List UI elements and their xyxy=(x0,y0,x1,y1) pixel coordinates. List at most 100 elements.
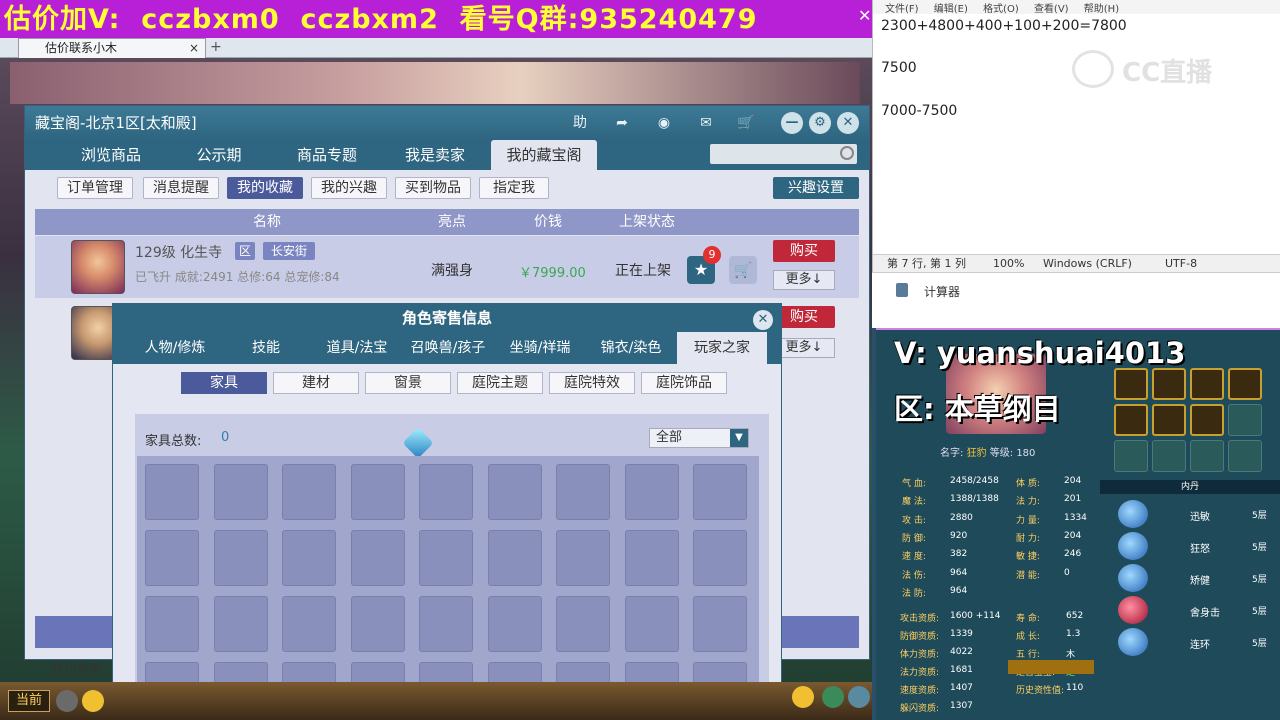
subtab-materials[interactable]: 建材 xyxy=(273,372,359,394)
tab-clothes[interactable]: 锦衣/染色 xyxy=(587,332,675,364)
search-icon[interactable] xyxy=(840,146,854,160)
tab-pets[interactable]: 召唤兽/孩子 xyxy=(403,332,493,364)
furniture-slot[interactable] xyxy=(487,596,542,652)
sub-orders[interactable]: 订单管理 xyxy=(57,177,133,199)
furniture-slot[interactable] xyxy=(282,530,336,586)
interest-settings-button[interactable]: 兴趣设置 xyxy=(773,177,859,199)
furniture-slot[interactable] xyxy=(487,464,542,520)
neidan-icon[interactable] xyxy=(1118,532,1148,560)
menu-icon[interactable] xyxy=(822,686,844,708)
sub-favorites[interactable]: 我的收藏 xyxy=(227,177,303,199)
skill-icon[interactable] xyxy=(1114,368,1148,400)
emoji-icon[interactable] xyxy=(82,690,104,712)
neidan-icon[interactable] xyxy=(1118,628,1148,656)
skill-icon[interactable] xyxy=(1228,368,1262,400)
skill-icon[interactable] xyxy=(1152,368,1186,400)
mic-icon[interactable] xyxy=(56,690,78,712)
record-icon[interactable]: ◉ xyxy=(653,114,675,132)
furniture-slot[interactable] xyxy=(145,530,199,586)
neidan-icon[interactable] xyxy=(1118,500,1148,528)
furniture-slot[interactable] xyxy=(624,464,679,520)
nav-topics[interactable]: 商品专题 xyxy=(277,140,377,170)
furniture-slot[interactable] xyxy=(282,596,336,652)
skill-icon[interactable] xyxy=(1190,404,1224,436)
help-button[interactable]: 助 xyxy=(569,114,591,132)
close-icon[interactable]: ✕ xyxy=(837,112,859,134)
filter-select[interactable]: 全部 ▼ xyxy=(649,428,749,448)
smile-icon[interactable] xyxy=(792,686,814,708)
furniture-slot[interactable] xyxy=(350,530,405,586)
nav-my-cbg[interactable]: 我的藏宝阁 xyxy=(491,140,597,170)
menu-view[interactable]: 查看(V) xyxy=(1034,4,1069,14)
subtab-yard-decor[interactable]: 庭院饰品 xyxy=(641,372,727,394)
new-tab-button[interactable]: + xyxy=(210,38,222,56)
nav-seller[interactable]: 我是卖家 xyxy=(387,140,483,170)
sub-assigned[interactable]: 指定我 xyxy=(479,177,549,199)
menu-edit[interactable]: 编辑(E) xyxy=(934,4,968,14)
furniture-slot[interactable] xyxy=(213,464,268,520)
furniture-slot[interactable] xyxy=(419,530,473,586)
note-line-1[interactable]: 2300+4800+400+100+200=7800 xyxy=(881,18,1127,34)
furniture-slot[interactable] xyxy=(693,530,747,586)
skill-icon[interactable] xyxy=(1114,404,1148,436)
more-button[interactable]: 更多↓ xyxy=(773,338,835,358)
tab-items[interactable]: 道具/法宝 xyxy=(313,332,401,364)
sub-messages[interactable]: 消息提醒 xyxy=(143,177,219,199)
cart-icon[interactable]: 🛒 xyxy=(729,256,757,284)
menu-help[interactable]: 帮助(H) xyxy=(1084,4,1119,14)
tab-home[interactable]: 玩家之家 xyxy=(677,332,767,364)
furniture-slot[interactable] xyxy=(282,464,336,520)
furniture-slot[interactable] xyxy=(693,596,747,652)
tab-skills[interactable]: 技能 xyxy=(231,332,301,364)
browser-tab[interactable]: 估价联系小木 × xyxy=(18,38,206,58)
system-icon[interactable] xyxy=(848,686,870,708)
close-icon[interactable]: ✕ xyxy=(753,310,773,330)
furniture-slot[interactable] xyxy=(419,596,473,652)
chat-icon[interactable]: ✉ xyxy=(695,114,717,132)
furniture-slot[interactable] xyxy=(145,596,199,652)
menu-format[interactable]: 格式(O) xyxy=(983,4,1019,14)
share-icon[interactable]: ➦ xyxy=(611,114,633,132)
nav-browse[interactable]: 浏览商品 xyxy=(61,140,161,170)
furniture-slot[interactable] xyxy=(213,596,268,652)
calculator-taskbar[interactable]: 计算器 xyxy=(872,272,1280,328)
furniture-slot[interactable] xyxy=(556,530,610,586)
neidan-icon[interactable] xyxy=(1118,564,1148,592)
subtab-furniture[interactable]: 家具 xyxy=(181,372,267,394)
furniture-slot[interactable] xyxy=(556,596,610,652)
menu-file[interactable]: 文件(F) xyxy=(885,4,919,14)
furniture-slot[interactable] xyxy=(624,530,679,586)
avatar[interactable] xyxy=(71,240,125,294)
skill-icon[interactable] xyxy=(1152,404,1186,436)
sub-interests[interactable]: 我的兴趣 xyxy=(311,177,387,199)
note-line-2[interactable]: 7500 xyxy=(881,60,917,76)
furniture-slot[interactable] xyxy=(350,596,405,652)
buy-button[interactable]: 购买 xyxy=(773,306,835,328)
sub-bought[interactable]: 买到物品 xyxy=(395,177,471,199)
close-icon[interactable]: × xyxy=(189,39,199,57)
subtab-yard-effects[interactable]: 庭院特效 xyxy=(549,372,635,394)
note-line-3[interactable]: 7000-7500 xyxy=(881,103,957,119)
tab-character[interactable]: 人物/修炼 xyxy=(133,332,217,364)
minimize-icon[interactable]: — xyxy=(781,112,803,134)
settings-icon[interactable]: ⚙ xyxy=(809,112,831,134)
furniture-slot[interactable] xyxy=(419,464,473,520)
furniture-slot[interactable] xyxy=(213,530,268,586)
subtab-windows[interactable]: 窗景 xyxy=(365,372,451,394)
furniture-slot[interactable] xyxy=(145,464,199,520)
tab-mounts[interactable]: 坐骑/祥瑞 xyxy=(495,332,585,364)
furniture-slot[interactable] xyxy=(487,530,542,586)
furniture-slot[interactable] xyxy=(624,596,679,652)
buy-button[interactable]: 购买 xyxy=(773,240,835,262)
search-input[interactable] xyxy=(710,144,857,164)
table-row[interactable]: 129级 化生寺 区 长安街 已飞升 成就:2491 总修:64 总宠修:84 … xyxy=(35,236,859,298)
furniture-slot[interactable] xyxy=(350,464,405,520)
neidan-icon[interactable] xyxy=(1118,596,1148,624)
current-channel-button[interactable]: 当前 xyxy=(8,690,50,712)
furniture-slot[interactable] xyxy=(693,464,747,520)
skill-icon[interactable] xyxy=(1190,368,1224,400)
close-icon[interactable]: ✕ xyxy=(858,6,871,25)
cart-icon[interactable]: 🛒 xyxy=(733,114,759,132)
nav-publicity[interactable]: 公示期 xyxy=(171,140,267,170)
more-button[interactable]: 更多↓ xyxy=(773,270,835,290)
